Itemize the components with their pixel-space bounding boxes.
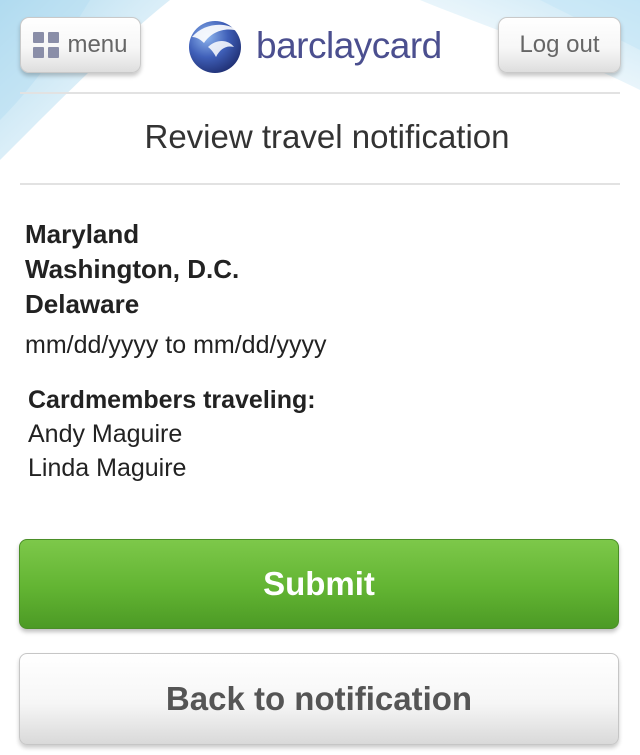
cardmember-name: Andy Maguire (28, 420, 183, 448)
grid-menu-icon (33, 32, 60, 58)
brand-name: barclaycard (256, 25, 442, 66)
app-header: menu barclaycard Log out (0, 0, 640, 92)
menu-button[interactable]: menu (20, 17, 141, 73)
back-to-notification-button[interactable]: Back to notification (19, 653, 619, 745)
eagle-logo-icon (189, 21, 241, 73)
location-item: Washington, D.C. (25, 254, 240, 284)
travel-date-range: mm/dd/yyyy to mm/dd/yyyy (25, 331, 327, 359)
submit-button[interactable]: Submit (19, 539, 619, 629)
submit-label: Submit (263, 565, 375, 602)
title-divider (20, 183, 620, 185)
logout-button[interactable]: Log out (498, 17, 621, 73)
header-divider (20, 92, 620, 94)
barclaycard-logo: barclaycard (186, 14, 442, 78)
location-item: Maryland (25, 219, 140, 249)
menu-label: menu (67, 31, 128, 58)
cardmember-name: Linda Maguire (28, 454, 187, 482)
cardmembers-label: Cardmembers traveling: (28, 386, 316, 414)
logout-label: Log out (519, 31, 600, 58)
location-item: Delaware (25, 289, 140, 319)
page-title: Review travel notification (144, 118, 510, 155)
back-label: Back to notification (165, 680, 473, 717)
